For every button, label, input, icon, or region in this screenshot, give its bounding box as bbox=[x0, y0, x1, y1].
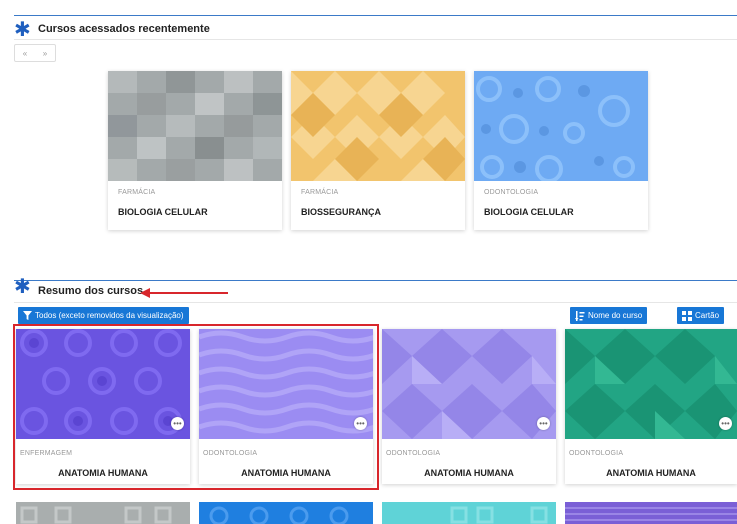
course-card-partial[interactable] bbox=[565, 502, 737, 524]
course-category: ODONTOLOGIA bbox=[484, 189, 539, 196]
course-card[interactable]: ••• ODONTOLOGIA ANATOMIA HUMANA bbox=[199, 329, 373, 484]
overview-header-divider bbox=[14, 302, 737, 303]
course-name[interactable]: ANATOMIA HUMANA bbox=[16, 468, 190, 478]
course-category: FARMÁCIA bbox=[301, 189, 339, 196]
course-category: ODONTOLOGIA bbox=[386, 450, 441, 457]
course-name[interactable]: ANATOMIA HUMANA bbox=[382, 468, 556, 478]
course-image bbox=[16, 329, 190, 439]
course-overview-title: Resumo dos cursos bbox=[38, 285, 144, 297]
recent-course-card[interactable]: FARMÁCIA BIOSSEGURANÇA bbox=[291, 71, 465, 230]
section-top-divider bbox=[14, 15, 737, 16]
course-name[interactable]: BIOLOGIA CELULAR bbox=[484, 207, 574, 217]
grid-icon bbox=[682, 310, 692, 321]
carousel-pager: « » bbox=[14, 44, 56, 62]
more-options-button[interactable]: ••• bbox=[354, 417, 367, 430]
course-name[interactable]: BIOLOGIA CELULAR bbox=[118, 207, 208, 217]
course-card-partial[interactable] bbox=[382, 502, 556, 524]
course-image bbox=[382, 329, 556, 439]
more-options-button[interactable]: ••• bbox=[719, 417, 732, 430]
filter-icon bbox=[23, 311, 32, 320]
view-label: Cartão bbox=[695, 311, 720, 320]
course-image bbox=[474, 71, 648, 181]
course-image bbox=[291, 71, 465, 181]
course-image bbox=[565, 329, 737, 439]
course-category: ODONTOLOGIA bbox=[203, 450, 258, 457]
asterisk-icon: ✱ bbox=[14, 274, 31, 298]
course-card-partial[interactable] bbox=[16, 502, 190, 524]
annotation-arrow bbox=[140, 288, 228, 298]
view-mode-dropdown[interactable]: Cartão bbox=[677, 307, 725, 324]
course-category: FARMÁCIA bbox=[118, 189, 156, 196]
sort-dropdown[interactable]: Nome do curso bbox=[570, 307, 648, 324]
course-image bbox=[108, 71, 282, 181]
sort-label: Nome do curso bbox=[588, 311, 643, 320]
course-card-partial[interactable] bbox=[199, 502, 373, 524]
course-card[interactable]: ••• ENFERMAGEM ANATOMIA HUMANA bbox=[16, 329, 190, 484]
pager-prev-button[interactable]: « bbox=[23, 49, 27, 58]
recent-course-card[interactable]: ODONTOLOGIA BIOLOGIA CELULAR bbox=[474, 71, 648, 230]
more-options-button[interactable]: ••• bbox=[171, 417, 184, 430]
course-name[interactable]: ANATOMIA HUMANA bbox=[199, 468, 373, 478]
asterisk-icon: ✱ bbox=[14, 17, 31, 41]
section-divider bbox=[14, 280, 737, 281]
course-name[interactable]: ANATOMIA HUMANA bbox=[565, 468, 737, 478]
course-category: ENFERMAGEM bbox=[20, 450, 73, 457]
course-card[interactable]: ••• ODONTOLOGIA ANATOMIA HUMANA bbox=[565, 329, 737, 484]
course-category: ODONTOLOGIA bbox=[569, 450, 624, 457]
sort-icon bbox=[575, 310, 585, 321]
filter-label: Todos (exceto removidos da visualização) bbox=[35, 311, 184, 320]
pager-next-button[interactable]: » bbox=[43, 49, 47, 58]
recent-header-divider bbox=[14, 39, 737, 40]
more-options-button[interactable]: ••• bbox=[537, 417, 550, 430]
recent-course-card[interactable]: FARMÁCIA BIOLOGIA CELULAR bbox=[108, 71, 282, 230]
course-name[interactable]: BIOSSEGURANÇA bbox=[301, 207, 381, 217]
course-image bbox=[199, 329, 373, 439]
course-card[interactable]: ••• ODONTOLOGIA ANATOMIA HUMANA bbox=[382, 329, 556, 484]
recent-courses-title: Cursos acessados recentemente bbox=[38, 23, 210, 35]
filter-dropdown[interactable]: Todos (exceto removidos da visualização) bbox=[18, 307, 189, 324]
